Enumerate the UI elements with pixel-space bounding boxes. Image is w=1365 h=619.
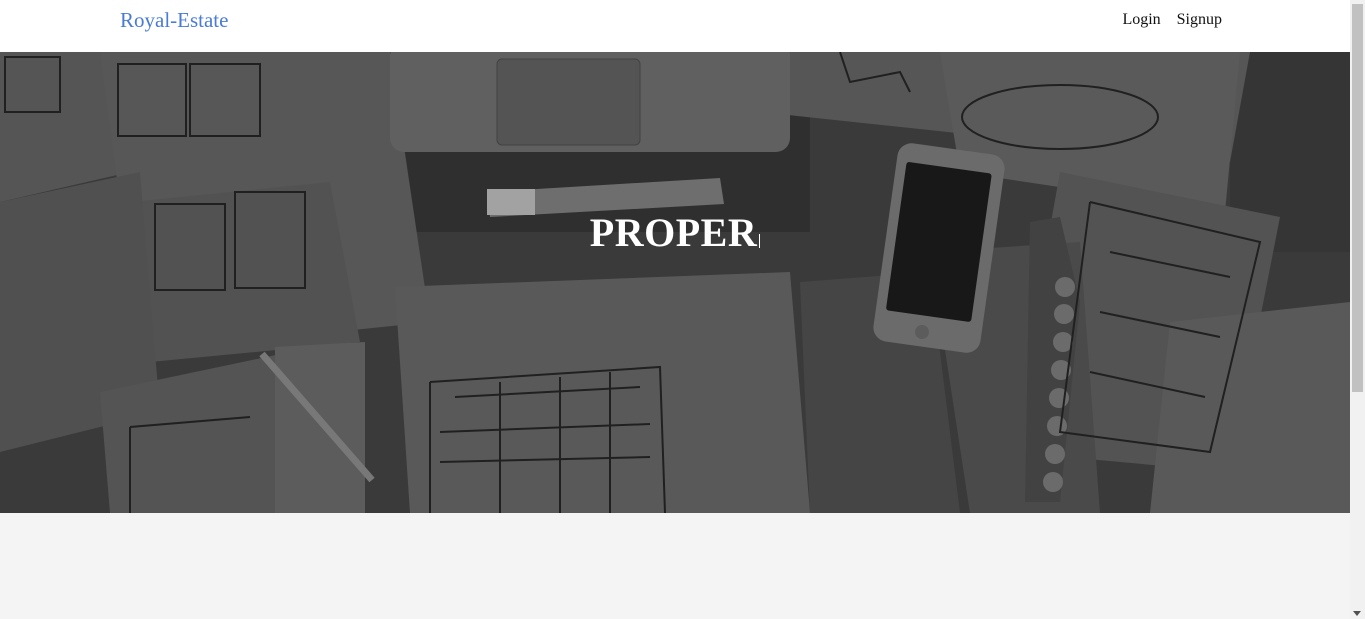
- hero-background-image: [0, 52, 1350, 513]
- hero-title: PROPER: [0, 209, 1350, 256]
- scrollbar-thumb[interactable]: [1352, 4, 1363, 392]
- login-link[interactable]: Login: [1122, 11, 1160, 29]
- brand-logo-link[interactable]: Royal-Estate: [120, 8, 228, 33]
- navbar: Royal-Estate Login Signup: [0, 0, 1350, 52]
- scroll-down-arrow-icon[interactable]: [1353, 611, 1361, 616]
- main-content-area: [0, 513, 1350, 619]
- hero-title-text: PROPER: [589, 210, 758, 255]
- nav-links: Login Signup: [1122, 11, 1222, 29]
- signup-link[interactable]: Signup: [1177, 11, 1222, 29]
- typing-caret: [759, 234, 761, 248]
- hero-banner: PROPER: [0, 52, 1350, 513]
- vertical-scrollbar[interactable]: [1350, 0, 1365, 619]
